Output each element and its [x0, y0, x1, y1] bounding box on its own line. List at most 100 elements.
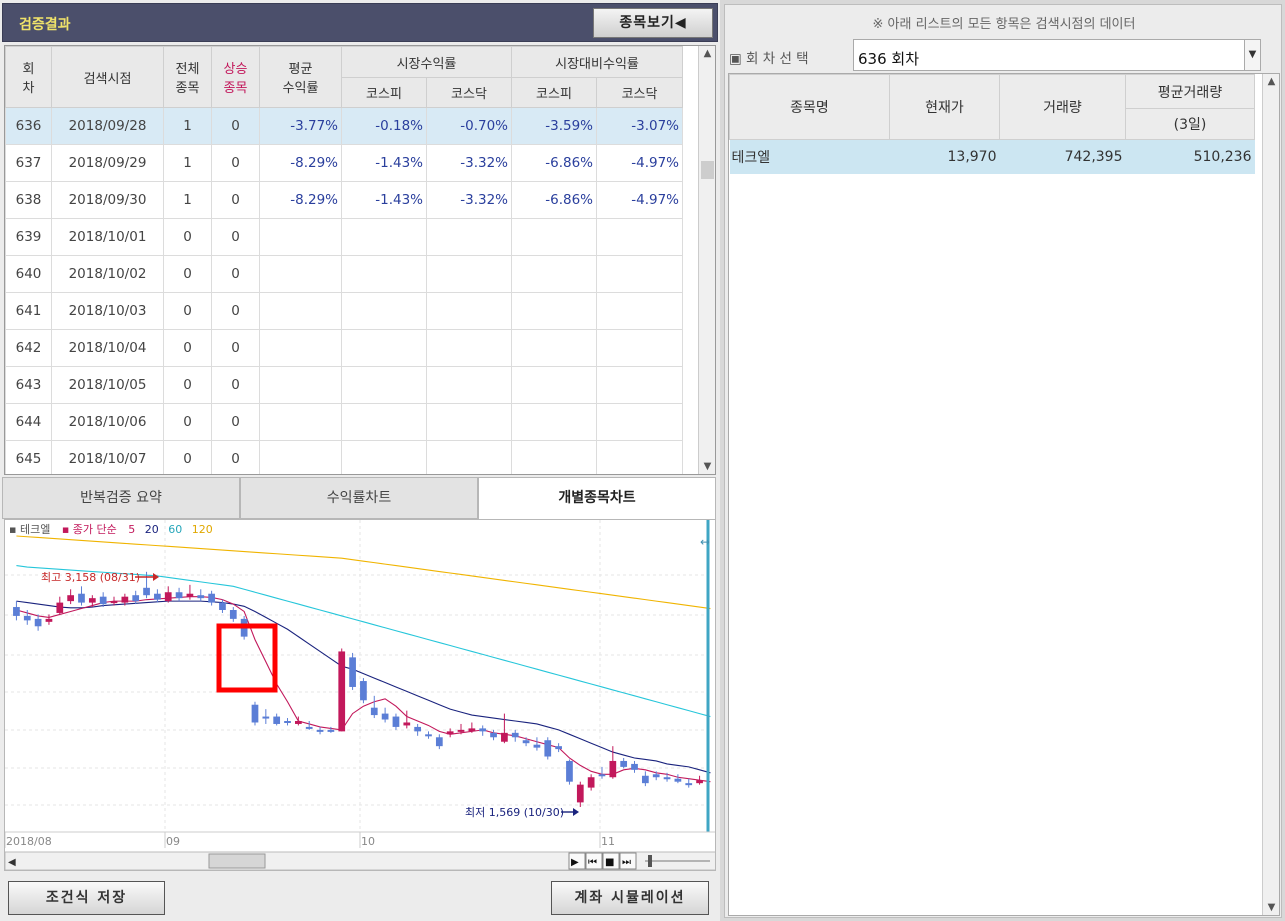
table-cell-mk_kospi: -1.43%: [341, 181, 427, 219]
list-cell-price: 13,970: [889, 139, 1000, 174]
col-round[interactable]: 회 차: [5, 46, 52, 108]
list-item[interactable]: 테크엘 13,970 742,395 510,236: [729, 139, 1255, 174]
grid-vertical-scrollbar[interactable]: ▲ ▼: [698, 46, 715, 474]
candle-body: [13, 607, 20, 616]
candle-body: [425, 734, 432, 737]
chevron-down-icon[interactable]: ▼: [1244, 40, 1260, 70]
candle-body: [284, 721, 291, 723]
col-vs-kospi[interactable]: 코스피: [511, 77, 597, 108]
candle-body: [110, 601, 118, 604]
candle-body: [555, 746, 562, 750]
candle-body: [34, 618, 42, 627]
col-mk-kosdaq[interactable]: 코스닥: [426, 77, 512, 108]
table-cell-total: 0: [163, 440, 212, 474]
candle-body: [674, 778, 682, 782]
scroll-up-icon[interactable]: ▲: [1263, 76, 1279, 87]
x-tick-label: 10: [361, 835, 375, 848]
col-avg-volume[interactable]: 평균거래량: [1125, 74, 1255, 109]
table-cell-date: 2018/09/30: [51, 181, 164, 219]
verification-panel: 검증결과 종목보기◀ 회 차 검색시점 전체 종목 상승 종목 평균 수익률 시…: [0, 0, 720, 921]
table-cell-mk_kospi: [341, 440, 427, 474]
col-rising[interactable]: 상승 종목: [211, 46, 260, 108]
col-vs-kosdaq[interactable]: 코스닥: [595, 77, 684, 108]
table-cell-date: 2018/10/06: [51, 403, 164, 441]
notice-text: ※ 아래 리스트의 모든 항목은 검색시점의 데이터: [872, 17, 1136, 32]
col-avg-return[interactable]: 평균 수익률: [259, 46, 342, 108]
table-cell-vs_kosdaq: [595, 255, 684, 293]
col-current-price[interactable]: 현재가: [889, 74, 1000, 140]
table-cell-avg: -8.29%: [259, 144, 342, 182]
table-cell-mk_kospi: [341, 218, 427, 256]
playback-icon: ⏮: [588, 857, 597, 868]
table-cell-avg: [259, 218, 342, 256]
table-cell-round: 636: [5, 107, 52, 145]
table-cell-total: 0: [163, 255, 212, 293]
scroll-down-icon[interactable]: ▼: [699, 461, 715, 472]
candle-body: [251, 704, 259, 723]
table-cell-date: 2018/10/01: [51, 218, 164, 256]
candle-body: [327, 729, 335, 732]
playback-icon: ▶: [571, 857, 579, 868]
account-simulation-button[interactable]: 계좌 시뮬레이션: [551, 881, 709, 915]
zoom-slider-handle: [648, 855, 652, 867]
round-select[interactable]: 636 회차 ▼: [853, 39, 1261, 71]
table-cell-vs_kosdaq: -4.97%: [595, 181, 684, 219]
col-mk-kospi[interactable]: 코스피: [341, 77, 427, 108]
table-row[interactable]: 645 2018/10/07 0 0: [5, 440, 684, 474]
table-row[interactable]: 643 2018/10/05 0 0: [5, 366, 684, 404]
candle-body: [392, 716, 400, 727]
scroll-up-icon[interactable]: ▲: [699, 48, 715, 59]
low-label: 최저 1,569 (10/30): [465, 806, 564, 819]
table-cell-date: 2018/10/07: [51, 440, 164, 474]
table-cell-rising: 0: [211, 218, 260, 256]
tab-repeat-summary[interactable]: 반복검증 요약: [2, 477, 240, 519]
table-cell-rising: 0: [211, 366, 260, 404]
table-row[interactable]: 637 2018/09/29 1 0 -8.29% -1.43% -3.32% -6.86% -…: [5, 144, 684, 182]
col-search-time[interactable]: 검색시점: [51, 46, 164, 108]
high-arrow-head: [153, 573, 159, 581]
candle-body: [587, 777, 595, 788]
table-cell-vs_kosdaq: [595, 218, 684, 256]
table-row[interactable]: 644 2018/10/06 0 0: [5, 403, 684, 441]
col-market-return: 시장수익률: [341, 46, 512, 78]
candle-body: [78, 593, 85, 603]
candle-body: [208, 593, 215, 603]
list-vertical-scrollbar[interactable]: ▲ ▼: [1262, 74, 1279, 915]
col-vs-market: 시장대비수익률: [510, 46, 684, 78]
candle-body: [533, 744, 541, 748]
table-cell-vs_kospi: -6.86%: [511, 181, 597, 219]
table-row[interactable]: 636 2018/09/28 1 0 -3.77% -0.18% -0.70% -3.59% -…: [5, 107, 684, 145]
candle-body: [370, 707, 378, 716]
table-cell-date: 2018/10/02: [51, 255, 164, 293]
tab-stock-chart[interactable]: 개별종목차트: [478, 477, 716, 519]
table-row[interactable]: 642 2018/10/04 0 0: [5, 329, 684, 367]
col-volume[interactable]: 거래량: [999, 74, 1126, 140]
table-row[interactable]: 638 2018/09/30 1 0 -8.29% -1.43% -3.32% -6.86% -…: [5, 181, 684, 219]
table-cell-avg: -8.29%: [259, 181, 342, 219]
candle-body: [262, 716, 270, 719]
scroll-down-icon[interactable]: ▼: [1263, 902, 1279, 913]
table-cell-rising: 0: [211, 255, 260, 293]
candle-body: [349, 657, 356, 687]
table-cell-vs_kosdaq: [595, 292, 684, 330]
table-cell-mk_kosdaq: [426, 255, 512, 293]
tab-return-chart[interactable]: 수익률차트: [240, 477, 478, 519]
candle-body: [338, 651, 346, 732]
table-row[interactable]: 641 2018/10/03 0 0: [5, 292, 684, 330]
table-cell-avg: [259, 403, 342, 441]
table-row[interactable]: 639 2018/10/01 0 0: [5, 218, 684, 256]
stock-chart[interactable]: ▪ 테크엘 ▪ 종가 단순 5 20 60 120 최고 3,158 (08/3…: [4, 519, 716, 871]
table-cell-mk_kospi: [341, 292, 427, 330]
stock-view-button[interactable]: 종목보기◀: [593, 8, 713, 38]
candle-body: [685, 783, 693, 786]
col-stock-name[interactable]: 종목명: [729, 74, 890, 140]
table-cell-total: 0: [163, 329, 212, 367]
candle-body: [164, 592, 172, 602]
table-row[interactable]: 640 2018/10/02 0 0: [5, 255, 684, 293]
candle-body: [360, 681, 367, 701]
table-cell-mk_kospi: [341, 403, 427, 441]
col-total[interactable]: 전체 종목: [163, 46, 212, 108]
table-cell-vs_kosdaq: [595, 366, 684, 404]
scroll-thumb[interactable]: [701, 161, 714, 179]
save-condition-button[interactable]: 조건식 저장: [8, 881, 165, 915]
